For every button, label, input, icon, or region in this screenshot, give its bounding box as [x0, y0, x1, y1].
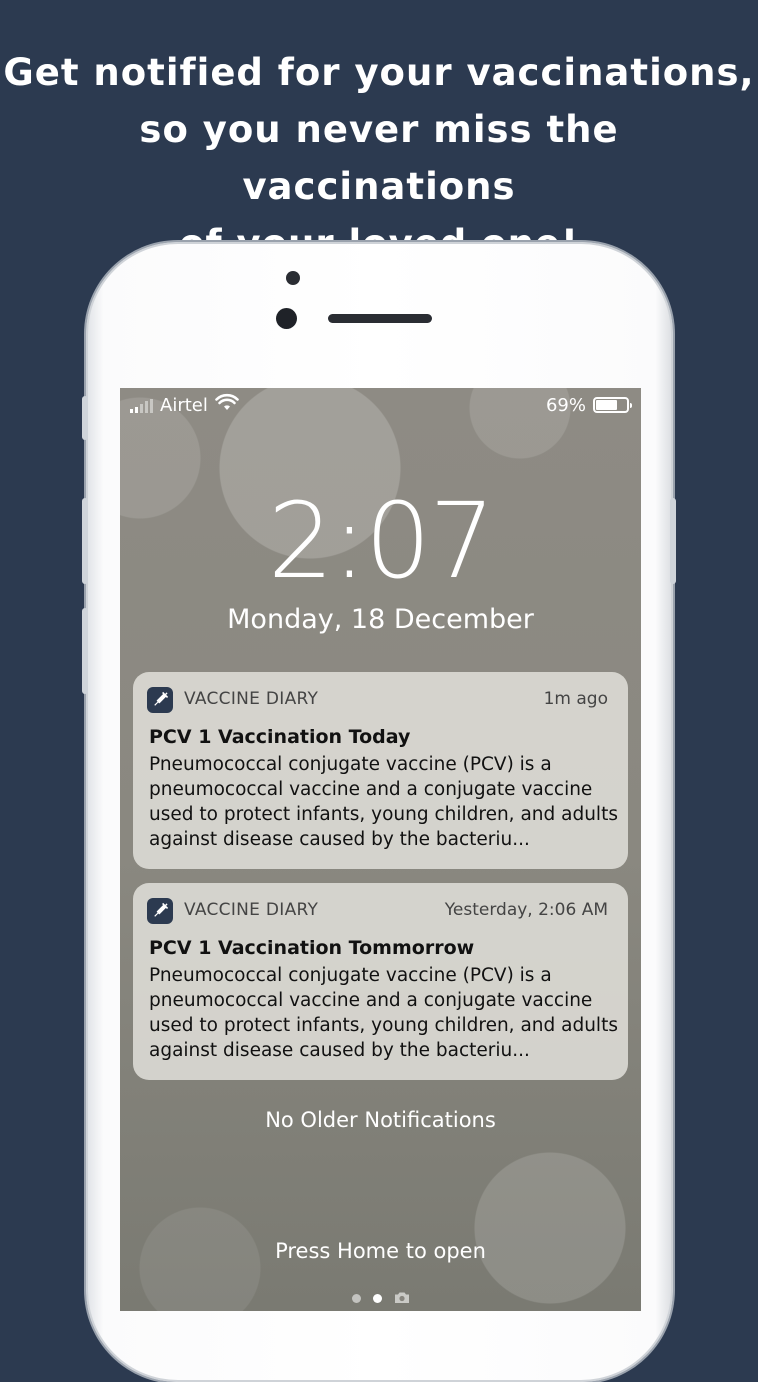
status-bar: Airtel 69%	[120, 388, 641, 422]
notification-time: Yesterday, 2:06 AM	[444, 900, 608, 920]
battery-percent: 69%	[545, 395, 586, 416]
notification-title: PCV 1 Vaccination Tommorrow	[149, 937, 475, 959]
syringe-icon	[147, 898, 173, 924]
page-indicator	[120, 1289, 641, 1308]
page-dot[interactable]	[351, 1294, 361, 1303]
lock-date: Monday, 18 December	[227, 604, 534, 635]
volume-up-button	[82, 498, 88, 584]
press-home-hint: Press Home to open	[275, 1239, 486, 1263]
promo-line-2: so you never miss the vaccinations	[139, 108, 619, 208]
power-button	[670, 498, 676, 584]
carrier-name: Airtel	[160, 395, 208, 416]
wifi-icon	[215, 393, 239, 418]
syringe-icon	[147, 687, 173, 713]
earpiece-speaker	[328, 314, 432, 323]
promo-headline: Get notified for your vaccinations, so y…	[0, 44, 758, 272]
signal-bars-icon	[130, 399, 153, 413]
promo-line-1: Get notified for your vaccinations,	[3, 51, 755, 94]
notification-body: Pneumococcal conjugate vaccine (PCV) is …	[149, 754, 618, 850]
notification-body: Pneumococcal conjugate vaccine (PCV) is …	[149, 965, 618, 1061]
notification-title: PCV 1 Vaccination Today	[149, 726, 411, 748]
volume-down-button	[82, 608, 88, 694]
notification-app-name: VACCINE DIARY	[184, 689, 319, 709]
camera-icon[interactable]	[394, 1289, 410, 1308]
notification-time: 1m ago	[543, 689, 608, 709]
lock-screen: Airtel 69% 2:07 Monday, 18 December VACC…	[120, 388, 641, 1311]
lock-clock: 2:07	[267, 480, 496, 602]
proximity-sensor	[286, 271, 300, 285]
mute-switch	[82, 396, 88, 440]
notification-app-name: VACCINE DIARY	[184, 900, 319, 920]
front-camera	[276, 308, 297, 329]
notification-card[interactable]: VACCINE DIARY Yesterday, 2:06 AM PCV 1 V…	[133, 883, 628, 1080]
no-older-notifications: No Older Notifications	[265, 1108, 496, 1132]
page-dot-active[interactable]	[372, 1294, 382, 1303]
notification-card[interactable]: VACCINE DIARY 1m ago PCV 1 Vaccination T…	[133, 672, 628, 869]
battery-icon	[593, 397, 632, 413]
